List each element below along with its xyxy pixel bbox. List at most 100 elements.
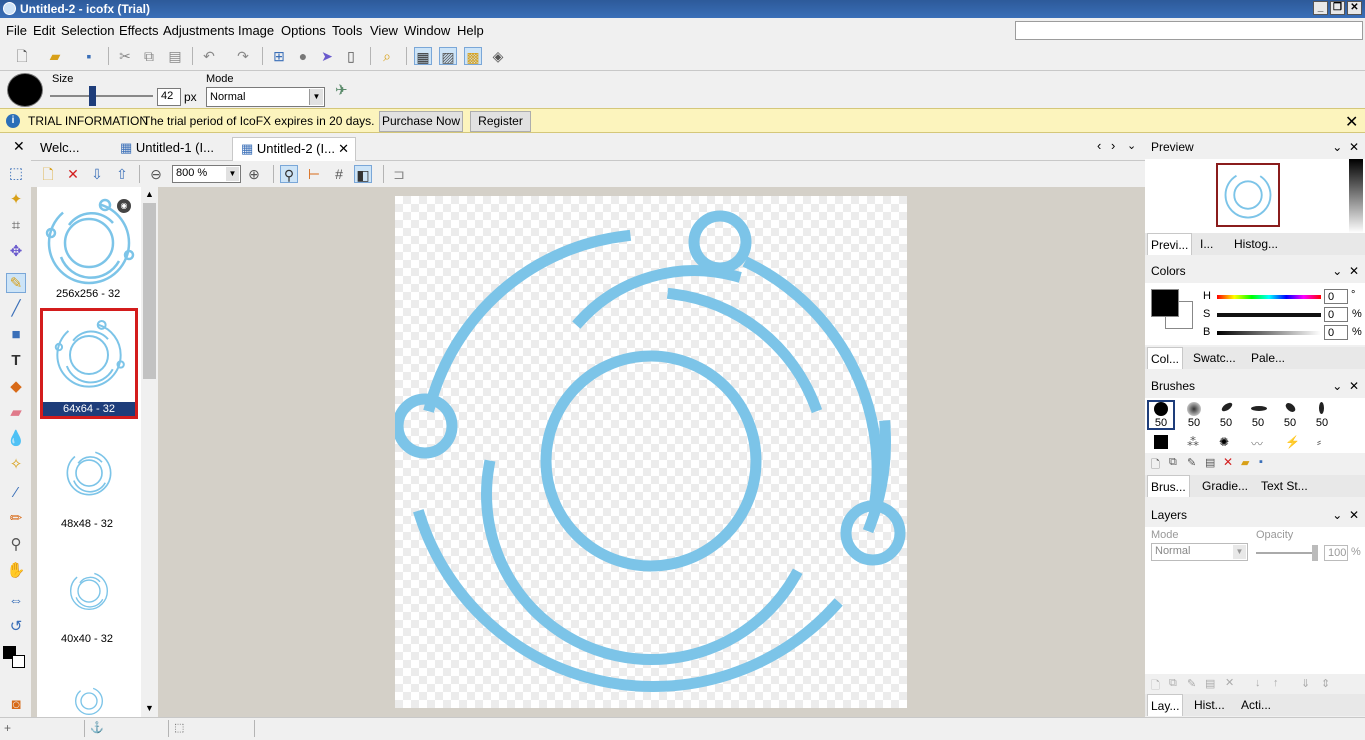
- scroll-down-icon[interactable]: ▼: [145, 703, 154, 713]
- zoom-in-icon[interactable]: ⊕: [245, 165, 263, 183]
- tab-text-styles[interactable]: Text St...: [1261, 479, 1308, 493]
- properties-icon[interactable]: ▤: [1205, 456, 1215, 469]
- search-input[interactable]: [1015, 21, 1363, 40]
- record-icon[interactable]: ◙: [6, 695, 26, 715]
- save-brushes-icon[interactable]: ▪: [1259, 456, 1263, 468]
- brush-soft-round-icon[interactable]: [1187, 402, 1201, 416]
- saturation-value[interactable]: 0: [1324, 307, 1348, 322]
- mobile-icon[interactable]: ▯: [342, 47, 360, 65]
- new-file-icon[interactable]: 🗋: [13, 47, 31, 65]
- magnify-icon[interactable]: ⚲: [280, 165, 298, 183]
- brush-hard-round-icon[interactable]: [1154, 402, 1168, 416]
- edit-layer-icon[interactable]: ✎: [1187, 677, 1196, 690]
- thumbnail-48[interactable]: [63, 447, 115, 499]
- hue-value[interactable]: 0: [1324, 289, 1348, 304]
- minimize-icon[interactable]: _: [1313, 1, 1328, 15]
- tab-actions[interactable]: Acti...: [1241, 698, 1271, 712]
- grid-bg-icon[interactable]: ▩: [464, 47, 482, 65]
- tab-layers[interactable]: Lay...: [1147, 694, 1184, 716]
- zoom-out-icon[interactable]: ⊖: [147, 165, 165, 183]
- purchase-now-button[interactable]: Purchase Now: [379, 111, 463, 132]
- line-icon[interactable]: ╱: [6, 299, 26, 319]
- apple-icon[interactable]: ●: [294, 47, 312, 65]
- hand-icon[interactable]: ✋: [6, 561, 26, 581]
- chevron-down-icon[interactable]: ▼: [309, 89, 323, 105]
- tab-scroll-left-icon[interactable]: ‹: [1097, 138, 1101, 153]
- tab-preview[interactable]: Previ...: [1147, 233, 1193, 255]
- merge-layer-icon[interactable]: ▤: [1205, 677, 1215, 690]
- panel-toggle-icon[interactable]: ◧: [354, 165, 372, 183]
- brush-scatter-icon[interactable]: ✺: [1219, 435, 1229, 449]
- brush-flat-icon[interactable]: [1251, 406, 1267, 411]
- size-slider-thumb[interactable]: [89, 86, 97, 106]
- tab-color[interactable]: Col...: [1147, 347, 1184, 369]
- import-image-icon[interactable]: ⇩: [88, 165, 106, 183]
- undo-icon[interactable]: ↶: [200, 47, 218, 65]
- eraser-icon[interactable]: ▰: [6, 403, 26, 423]
- redo-icon[interactable]: ↷: [234, 47, 252, 65]
- size-slider-track[interactable]: [50, 95, 153, 97]
- tab-histogram[interactable]: Histog...: [1234, 237, 1278, 251]
- layer-mode-select[interactable]: Normal ▼: [1151, 543, 1248, 561]
- cut-icon[interactable]: ✂: [116, 47, 134, 65]
- duplicate-layer-icon[interactable]: ⧉: [1169, 677, 1177, 690]
- flatten-icon[interactable]: ⇕: [1321, 677, 1330, 690]
- close-info-icon[interactable]: ✕: [1345, 112, 1358, 132]
- thumbnail-64-selected[interactable]: 64x64 - 32: [40, 308, 138, 419]
- brush-square-icon[interactable]: [1154, 435, 1168, 449]
- add-image-icon[interactable]: 🗋: [39, 165, 57, 183]
- grid-icon[interactable]: #: [330, 165, 348, 183]
- delete-layer-icon[interactable]: ✕: [1225, 676, 1234, 689]
- menu-window[interactable]: Window: [404, 23, 450, 38]
- size-value-field[interactable]: 42: [157, 88, 181, 106]
- menu-adjustments[interactable]: Adjustments: [163, 23, 235, 38]
- register-button[interactable]: Register: [470, 111, 531, 132]
- brush-angle-icon[interactable]: [1284, 401, 1297, 414]
- duplicate-brush-icon[interactable]: ⧉: [1169, 456, 1177, 469]
- move-down-icon[interactable]: ↓: [1255, 677, 1261, 689]
- crop-icon[interactable]: ⌗: [6, 216, 26, 236]
- mode-select[interactable]: Normal ▼: [206, 87, 325, 107]
- brush-texture-icon[interactable]: 〰: [1251, 435, 1263, 452]
- copy-icon[interactable]: ⧉: [140, 47, 158, 65]
- menu-selection[interactable]: Selection: [61, 23, 114, 38]
- layers-stack-icon[interactable]: ◈: [489, 47, 507, 65]
- menu-tools[interactable]: Tools: [332, 23, 362, 38]
- brush-grass-icon[interactable]: ⸗: [1317, 435, 1321, 449]
- stripes-bg-icon[interactable]: ▨: [439, 47, 457, 65]
- cursor-icon[interactable]: ➤: [318, 47, 336, 65]
- drawing-canvas[interactable]: [392, 196, 907, 708]
- thumbnail-scrollbar[interactable]: ▲ ▼: [141, 187, 158, 717]
- saturation-slider[interactable]: [1217, 313, 1321, 317]
- open-folder-icon[interactable]: ▰: [46, 47, 64, 65]
- primary-color[interactable]: [1151, 289, 1179, 317]
- restore-icon[interactable]: ❐: [1330, 1, 1345, 15]
- text-icon[interactable]: T: [6, 351, 26, 371]
- edit-brush-icon[interactable]: ✎: [1187, 456, 1196, 469]
- menu-edit[interactable]: Edit: [33, 23, 55, 38]
- brightness-value[interactable]: 0: [1324, 325, 1348, 340]
- fill-bucket-icon[interactable]: ◆: [6, 377, 26, 397]
- tab-untitled-1[interactable]: ▦ Untitled-1 (I...: [112, 137, 236, 161]
- flip-icon[interactable]: ⇔: [6, 591, 26, 611]
- layers-panel-controls[interactable]: ⌄ ✕: [1332, 503, 1359, 527]
- brush-preview[interactable]: [7, 73, 43, 107]
- move-up-icon[interactable]: ↑: [1273, 677, 1279, 689]
- chevron-down-icon[interactable]: ▼: [1233, 545, 1246, 559]
- menu-view[interactable]: View: [370, 23, 398, 38]
- rectangle-icon[interactable]: ■: [6, 325, 26, 345]
- dodge-icon[interactable]: ✧: [6, 455, 26, 475]
- hue-slider[interactable]: [1217, 295, 1321, 299]
- tab-gradients[interactable]: Gradie...: [1202, 479, 1248, 493]
- brightness-slider[interactable]: [1217, 331, 1321, 335]
- new-brush-icon[interactable]: 🗋: [1151, 456, 1160, 475]
- tab-brushes[interactable]: Brus...: [1147, 475, 1190, 497]
- delete-brush-icon[interactable]: ✕: [1223, 455, 1233, 469]
- opacity-value[interactable]: 100: [1324, 545, 1348, 561]
- brush-icon[interactable]: ✎: [6, 273, 26, 293]
- eyedropper-icon[interactable]: ⁄: [6, 483, 26, 503]
- zoom-icon[interactable]: ⚲: [6, 535, 26, 555]
- brush-calligraphy-icon[interactable]: [1220, 401, 1234, 413]
- close-tab-icon[interactable]: ✕: [338, 138, 349, 160]
- brush-leaf-icon[interactable]: ⚡: [1285, 435, 1300, 449]
